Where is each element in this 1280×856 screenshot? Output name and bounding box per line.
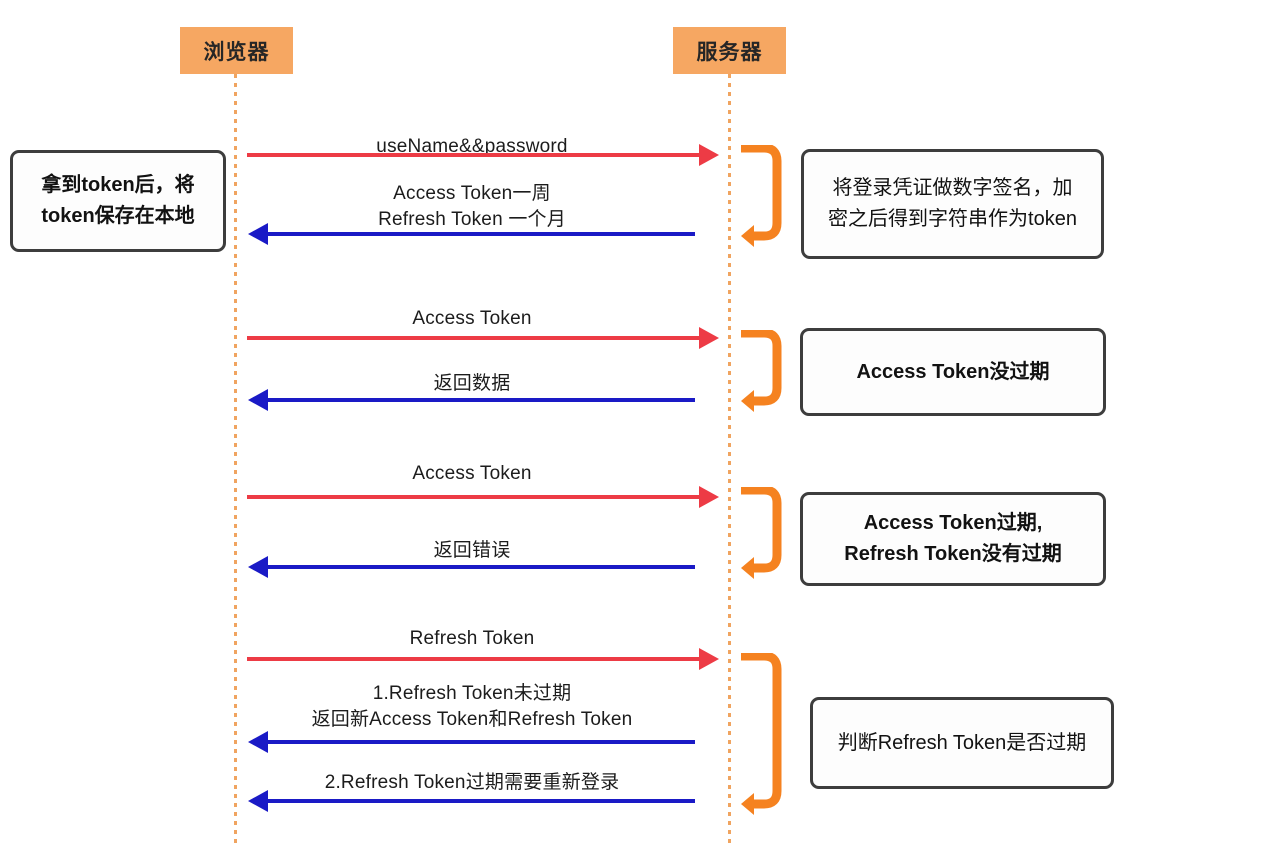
self-message-loop-loop1 — [738, 143, 782, 250]
arrowhead-left-icon — [248, 223, 268, 245]
message-label-m6: 返回错误 — [433, 540, 511, 561]
message-line-m3 — [247, 336, 699, 340]
message-line-m6 — [268, 565, 695, 569]
self-message-loop-loop3 — [738, 485, 782, 582]
actor-box-browser[interactable]: 浏览器 — [180, 27, 293, 74]
lifeline-server — [728, 74, 731, 845]
message-label-m9: 2.Refresh Token过期需要重新登录 — [324, 772, 620, 793]
message-line-m1 — [247, 153, 699, 157]
actor-label-browser: 浏览器 — [203, 40, 270, 64]
message-label-m7: Refresh Token — [409, 628, 535, 649]
message-line-m4 — [268, 398, 695, 402]
arrowhead-left-icon — [248, 731, 268, 753]
self-message-loop-loop4 — [738, 651, 782, 818]
arrowhead-right-icon — [699, 486, 719, 508]
arrowhead-left-icon — [248, 790, 268, 812]
note-note-access-valid: Access Token没过期 — [800, 328, 1106, 416]
actor-label-server: 服务器 — [696, 40, 763, 64]
message-line-m9 — [268, 799, 695, 803]
self-loop-bracket-icon — [741, 651, 782, 815]
note-note-check-refresh: 判断Refresh Token是否过期 — [810, 697, 1114, 789]
message-line-m5 — [247, 495, 699, 499]
message-label-m4: 返回数据 — [433, 373, 511, 394]
arrowhead-right-icon — [699, 327, 719, 349]
self-loop-bracket-icon — [741, 143, 782, 247]
arrowhead-left-icon — [248, 389, 268, 411]
self-message-loop-loop2 — [738, 328, 782, 415]
message-label-m2: Access Token一周 Refresh Token 一个月 — [378, 183, 566, 230]
message-line-m2 — [268, 232, 695, 236]
arrowhead-left-icon — [248, 556, 268, 578]
message-label-m8: 1.Refresh Token未过期 返回新Access Token和Refre… — [311, 683, 633, 730]
self-loop-bracket-icon — [741, 328, 782, 412]
lifeline-browser — [234, 74, 237, 845]
actor-box-server[interactable]: 服务器 — [673, 27, 786, 74]
note-note-access-expired: Access Token过期, Refresh Token没有过期 — [800, 492, 1106, 586]
message-label-m3: Access Token — [412, 308, 532, 329]
arrowhead-right-icon — [699, 648, 719, 670]
note-note-sign-credentials: 将登录凭证做数字签名，加 密之后得到字符串作为token — [801, 149, 1104, 259]
message-label-m5: Access Token — [412, 463, 532, 484]
message-line-m8 — [268, 740, 695, 744]
message-line-m7 — [247, 657, 699, 661]
sequence-diagram-canvas: 浏览器 服务器 useName&&password Access Token一周 … — [0, 0, 1280, 856]
self-loop-bracket-icon — [741, 485, 782, 579]
note-note-client-store: 拿到token后，将 token保存在本地 — [10, 150, 226, 252]
arrowhead-right-icon — [699, 144, 719, 166]
